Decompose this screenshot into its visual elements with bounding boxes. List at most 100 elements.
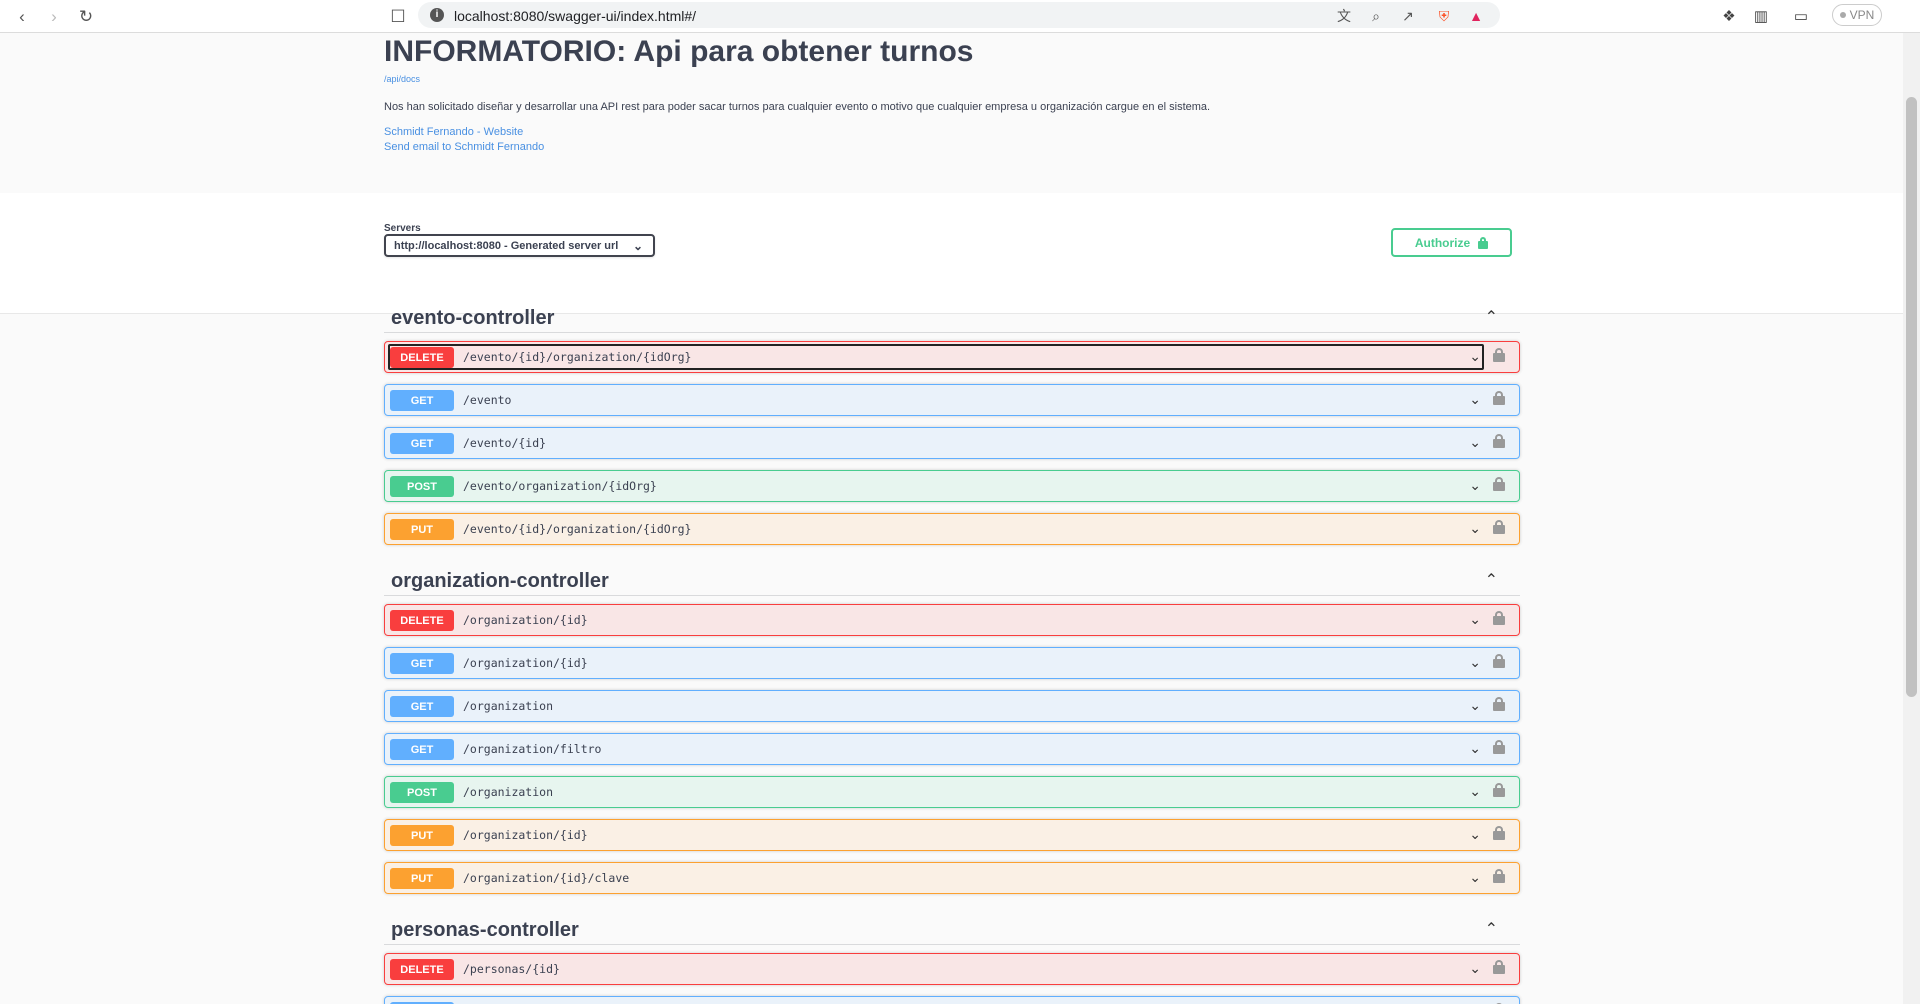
chevron-up-icon[interactable]: ⌃ <box>1485 307 1498 327</box>
operation-delete[interactable]: DELETE/organization/{id} ⌄ <box>384 604 1520 636</box>
controller-header[interactable]: personas-controller ⌃ <box>384 909 1520 945</box>
lock-icon[interactable] <box>1493 348 1505 362</box>
lock-icon[interactable] <box>1493 783 1505 797</box>
site-info-icon[interactable]: i <box>430 8 444 22</box>
chevron-down-icon[interactable]: ⌄ <box>1469 960 1481 977</box>
server-select[interactable]: http://localhost:8080 - Generated server… <box>384 234 655 257</box>
brave-shields-icon[interactable]: ⛨ <box>1434 6 1454 26</box>
chevron-down-icon[interactable]: ⌄ <box>1469 434 1481 451</box>
chevron-down-icon[interactable]: ⌄ <box>1469 611 1481 628</box>
lock-icon[interactable] <box>1493 434 1505 448</box>
method-badge: GET <box>390 433 454 454</box>
share-icon[interactable]: ↗ <box>1398 6 1418 26</box>
chevron-down-icon[interactable]: ⌄ <box>1469 740 1481 757</box>
operation-put[interactable]: PUT/evento/{id}/organization/{idOrg} ⌄ <box>384 513 1520 545</box>
chevron-down-icon[interactable]: ⌄ <box>1469 391 1481 408</box>
lock-icon[interactable] <box>1493 869 1505 883</box>
lock-icon[interactable] <box>1493 654 1505 668</box>
scrollbar-thumb[interactable] <box>1906 97 1917 697</box>
chevron-up-icon[interactable]: ⌃ <box>1485 570 1498 590</box>
chevron-up-icon[interactable]: ⌃ <box>1485 919 1498 939</box>
operation-put[interactable]: PUT/organization/{id} ⌄ <box>384 819 1520 851</box>
servers-section: Servers http://localhost:8080 - Generate… <box>0 193 1903 314</box>
method-badge: POST <box>390 476 454 497</box>
chevron-down-icon[interactable]: ⌄ <box>1469 654 1481 671</box>
wallet-icon[interactable]: ▭ <box>1790 5 1812 27</box>
operations-list: DELETE/evento/{id}/organization/{idOrg} ⌄… <box>384 341 1520 545</box>
operation-path: /personas/{id} <box>463 962 560 976</box>
operation-get[interactable]: GET/evento ⌄ <box>384 384 1520 416</box>
controller-title: evento-controller <box>391 307 555 329</box>
lock-icon[interactable] <box>1493 477 1505 491</box>
operations-list: DELETE/personas/{id} ⌄ GET⌄ <box>384 953 1520 1004</box>
bookmark-icon[interactable]: ☐ <box>386 5 410 29</box>
zoom-icon[interactable]: ⌕ <box>1366 6 1386 26</box>
operation-path: /organization <box>463 699 554 713</box>
operation-path: /organization/{id} <box>463 613 588 627</box>
operation-post[interactable]: POST/organization ⌄ <box>384 776 1520 808</box>
extensions-icon[interactable]: ❖ <box>1718 5 1740 27</box>
operation-get[interactable]: GET/organization/{id} ⌄ <box>384 647 1520 679</box>
chevron-down-icon: ⌄ <box>632 239 643 253</box>
chevron-down-icon[interactable]: ⌄ <box>1469 783 1481 800</box>
operation-path: /evento/{id} <box>463 436 547 450</box>
brave-rewards-icon[interactable]: ▲ <box>1466 6 1486 26</box>
lock-icon[interactable] <box>1493 826 1505 840</box>
chevron-down-icon[interactable]: ⌄ <box>1469 826 1481 843</box>
email-link[interactable]: Send email to Schmidt Fernando <box>384 141 544 153</box>
page-scrollbar[interactable] <box>1903 33 1920 1004</box>
operation-path: /evento/{id}/organization/{idOrg} <box>463 522 692 536</box>
operation-path: /evento/organization/{idOrg} <box>463 479 657 493</box>
operation-path: /organization/{id} <box>463 828 588 842</box>
api-docs-link[interactable]: /api/docs <box>384 74 420 84</box>
vpn-status-icon <box>1839 12 1846 18</box>
operation-put[interactable]: PUT/organization/{id}/clave ⌄ <box>384 862 1520 894</box>
address-bar[interactable]: i localhost:8080/swagger-ui/index.html#/… <box>418 2 1500 28</box>
controller-header[interactable]: evento-controller ⌃ <box>384 297 1520 333</box>
operation-path: /organization/{id}/clave <box>463 871 630 885</box>
operation-post[interactable]: POST/evento/organization/{idOrg} ⌄ <box>384 470 1520 502</box>
method-badge: PUT <box>390 519 454 540</box>
operation-path: /organization/filtro <box>463 742 602 756</box>
operation-path: /organization <box>463 785 554 799</box>
chevron-down-icon[interactable]: ⌄ <box>1469 869 1481 886</box>
method-badge: PUT <box>390 825 454 846</box>
forward-icon[interactable]: › <box>42 5 66 29</box>
method-badge: GET <box>390 696 454 717</box>
operation-get[interactable]: GET/organization/filtro ⌄ <box>384 733 1520 765</box>
reload-icon[interactable]: ↻ <box>74 5 98 29</box>
lock-icon[interactable] <box>1493 960 1505 974</box>
operation-delete[interactable]: DELETE/evento/{id}/organization/{idOrg} ⌄ <box>384 341 1520 373</box>
operations-list: DELETE/organization/{id} ⌄ GET/organizatio… <box>384 604 1520 894</box>
controller-section-organization-controller: organization-controller ⌃ DELETE/organizat… <box>384 560 1520 894</box>
authorize-button[interactable]: Authorize <box>1391 228 1512 257</box>
api-info: INFORMATORIO: Api para obtener turnos /a… <box>0 33 1903 193</box>
back-icon[interactable]: ‹ <box>10 5 34 29</box>
controller-title: organization-controller <box>391 570 609 592</box>
chevron-down-icon[interactable]: ⌄ <box>1469 697 1481 714</box>
operation-delete[interactable]: DELETE/personas/{id} ⌄ <box>384 953 1520 985</box>
operation-get[interactable]: GET/organization ⌄ <box>384 690 1520 722</box>
lock-icon[interactable] <box>1493 391 1505 405</box>
url-text: localhost:8080/swagger-ui/index.html#/ <box>454 8 697 24</box>
operation-path: /evento/{id}/organization/{idOrg} <box>463 350 692 364</box>
chevron-down-icon[interactable]: ⌄ <box>1469 348 1481 365</box>
chevron-down-icon[interactable]: ⌄ <box>1469 520 1481 537</box>
lock-icon[interactable] <box>1493 520 1505 534</box>
browser-toolbar: ‹ › ↻ ☐ i localhost:8080/swagger-ui/inde… <box>0 0 1920 33</box>
lock-icon[interactable] <box>1493 697 1505 711</box>
operation-get[interactable]: GET/evento/{id} ⌄ <box>384 427 1520 459</box>
lock-icon[interactable] <box>1493 611 1505 625</box>
website-link[interactable]: Schmidt Fernando - Website <box>384 126 523 138</box>
method-badge: POST <box>390 782 454 803</box>
method-badge: GET <box>390 739 454 760</box>
operation-get[interactable]: GET⌄ <box>384 996 1520 1004</box>
authorize-label: Authorize <box>1414 235 1471 250</box>
api-title: INFORMATORIO: Api para obtener turnos <box>384 35 974 68</box>
chevron-down-icon[interactable]: ⌄ <box>1469 477 1481 494</box>
sidebar-icon[interactable]: ▥ <box>1750 5 1772 27</box>
controller-header[interactable]: organization-controller ⌃ <box>384 560 1520 596</box>
translate-icon[interactable]: 文 <box>1334 6 1354 26</box>
lock-icon[interactable] <box>1493 740 1505 754</box>
vpn-button[interactable]: VPN <box>1832 4 1882 26</box>
